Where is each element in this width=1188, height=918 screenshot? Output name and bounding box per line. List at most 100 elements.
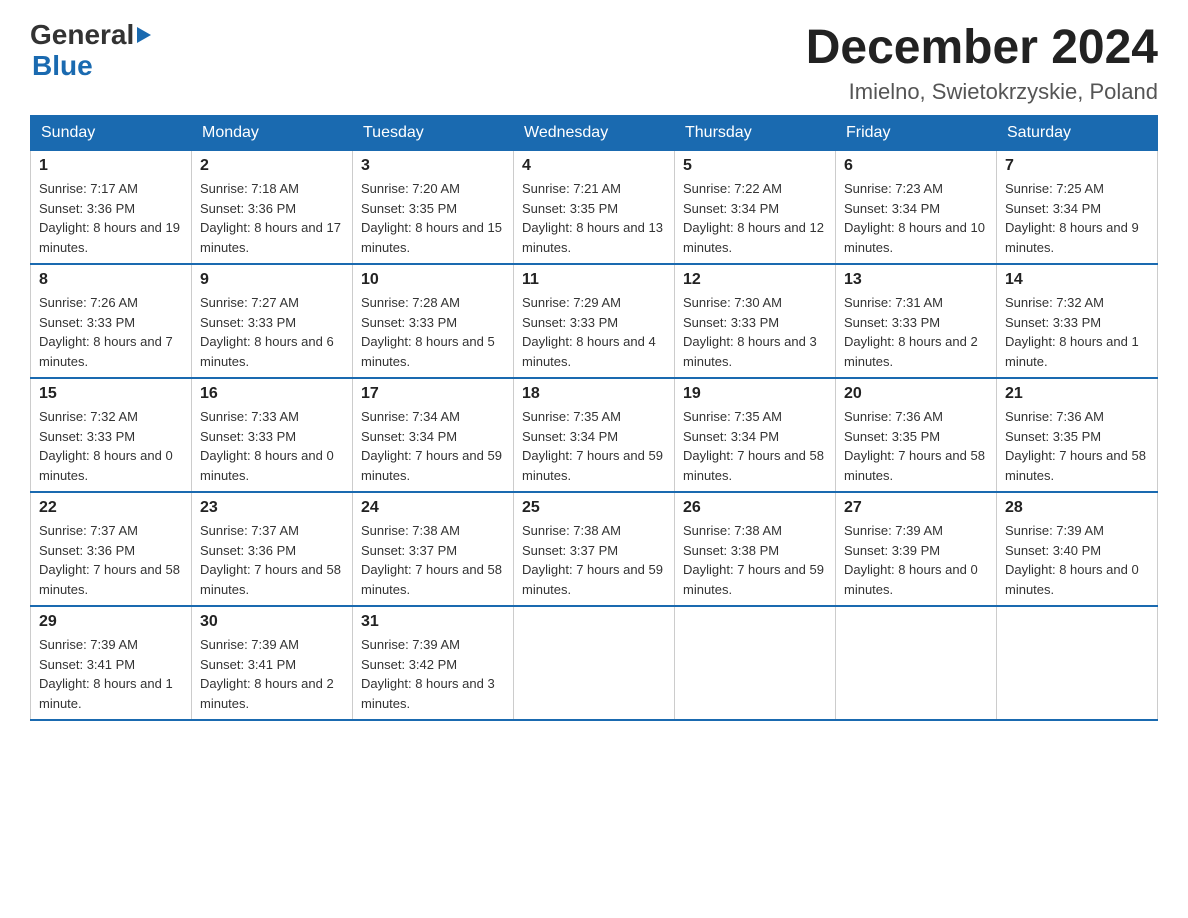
- table-row: 13 Sunrise: 7:31 AMSunset: 3:33 PMDayligh…: [836, 264, 997, 378]
- calendar-subtitle: Imielno, Swietokrzyskie, Poland: [806, 79, 1158, 105]
- day-number: 31: [361, 613, 505, 631]
- col-monday: Monday: [192, 116, 353, 151]
- table-row: 29Sunrise: 7:39 AMSunset: 3:41 PMDayligh…: [31, 606, 192, 720]
- table-row: 1 Sunrise: 7:17 AMSunset: 3:36 PMDaylight…: [31, 151, 192, 265]
- table-row: [675, 606, 836, 720]
- calendar-week-row: 8Sunrise: 7:26 AMSunset: 3:33 PMDaylight…: [31, 264, 1158, 378]
- day-info: Sunrise: 7:17 AMSunset: 3:36 PMDaylight:…: [39, 179, 183, 257]
- table-row: 25Sunrise: 7:38 AMSunset: 3:37 PMDayligh…: [514, 492, 675, 606]
- table-row: 20 Sunrise: 7:36 AMSunset: 3:35 PMDayligh…: [836, 378, 997, 492]
- table-row: 24 Sunrise: 7:38 AMSunset: 3:37 PMDayligh…: [353, 492, 514, 606]
- calendar-week-row: 15 Sunrise: 7:32 AMSunset: 3:33 PMDayligh…: [31, 378, 1158, 492]
- day-number: 30: [200, 613, 344, 631]
- day-info: Sunrise: 7:27 AMSunset: 3:33 PMDaylight:…: [200, 293, 344, 371]
- day-number: 14: [1005, 271, 1149, 289]
- calendar-week-row: 1 Sunrise: 7:17 AMSunset: 3:36 PMDaylight…: [31, 151, 1158, 265]
- col-tuesday: Tuesday: [353, 116, 514, 151]
- day-number: 1: [39, 157, 183, 175]
- table-row: 12Sunrise: 7:30 AMSunset: 3:33 PMDayligh…: [675, 264, 836, 378]
- day-info: Sunrise: 7:36 AMSunset: 3:35 PMDaylight:…: [1005, 407, 1149, 485]
- logo: General Blue: [30, 20, 151, 82]
- table-row: 18Sunrise: 7:35 AMSunset: 3:34 PMDayligh…: [514, 378, 675, 492]
- day-number: 23: [200, 499, 344, 517]
- logo-blue: Blue: [30, 51, 151, 82]
- day-info: Sunrise: 7:30 AMSunset: 3:33 PMDaylight:…: [683, 293, 827, 371]
- table-row: 10Sunrise: 7:28 AMSunset: 3:33 PMDayligh…: [353, 264, 514, 378]
- day-number: 22: [39, 499, 183, 517]
- day-info: Sunrise: 7:39 AMSunset: 3:39 PMDaylight:…: [844, 521, 988, 599]
- day-number: 21: [1005, 385, 1149, 403]
- table-row: 2 Sunrise: 7:18 AMSunset: 3:36 PMDaylight…: [192, 151, 353, 265]
- day-number: 29: [39, 613, 183, 631]
- col-sunday: Sunday: [31, 116, 192, 151]
- day-info: Sunrise: 7:39 AMSunset: 3:42 PMDaylight:…: [361, 635, 505, 713]
- table-row: [836, 606, 997, 720]
- table-row: 26 Sunrise: 7:38 AMSunset: 3:38 PMDayligh…: [675, 492, 836, 606]
- day-number: 13: [844, 271, 988, 289]
- table-row: 3Sunrise: 7:20 AMSunset: 3:35 PMDaylight…: [353, 151, 514, 265]
- day-number: 2: [200, 157, 344, 175]
- table-row: [997, 606, 1158, 720]
- table-row: 7Sunrise: 7:25 AMSunset: 3:34 PMDaylight…: [997, 151, 1158, 265]
- table-row: 8Sunrise: 7:26 AMSunset: 3:33 PMDaylight…: [31, 264, 192, 378]
- day-number: 19: [683, 385, 827, 403]
- day-number: 27: [844, 499, 988, 517]
- day-info: Sunrise: 7:28 AMSunset: 3:33 PMDaylight:…: [361, 293, 505, 371]
- day-number: 26: [683, 499, 827, 517]
- table-row: 4 Sunrise: 7:21 AMSunset: 3:35 PMDaylight…: [514, 151, 675, 265]
- day-number: 4: [522, 157, 666, 175]
- table-row: 16 Sunrise: 7:33 AMSunset: 3:33 PMDayligh…: [192, 378, 353, 492]
- table-row: 19 Sunrise: 7:35 AMSunset: 3:34 PMDayligh…: [675, 378, 836, 492]
- day-info: Sunrise: 7:23 AMSunset: 3:34 PMDaylight:…: [844, 179, 988, 257]
- table-row: 31 Sunrise: 7:39 AMSunset: 3:42 PMDayligh…: [353, 606, 514, 720]
- day-number: 20: [844, 385, 988, 403]
- day-number: 15: [39, 385, 183, 403]
- day-number: 9: [200, 271, 344, 289]
- table-row: 21 Sunrise: 7:36 AMSunset: 3:35 PMDayligh…: [997, 378, 1158, 492]
- col-wednesday: Wednesday: [514, 116, 675, 151]
- day-number: 28: [1005, 499, 1149, 517]
- day-number: 5: [683, 157, 827, 175]
- table-row: 17 Sunrise: 7:34 AMSunset: 3:34 PMDayligh…: [353, 378, 514, 492]
- table-row: 6 Sunrise: 7:23 AMSunset: 3:34 PMDaylight…: [836, 151, 997, 265]
- table-row: 30Sunrise: 7:39 AMSunset: 3:41 PMDayligh…: [192, 606, 353, 720]
- calendar-week-row: 22 Sunrise: 7:37 AMSunset: 3:36 PMDayligh…: [31, 492, 1158, 606]
- calendar-table: Sunday Monday Tuesday Wednesday Thursday…: [30, 115, 1158, 721]
- day-info: Sunrise: 7:34 AMSunset: 3:34 PMDaylight:…: [361, 407, 505, 485]
- day-info: Sunrise: 7:29 AMSunset: 3:33 PMDaylight:…: [522, 293, 666, 371]
- day-info: Sunrise: 7:32 AMSunset: 3:33 PMDaylight:…: [39, 407, 183, 485]
- day-number: 17: [361, 385, 505, 403]
- day-info: Sunrise: 7:32 AMSunset: 3:33 PMDaylight:…: [1005, 293, 1149, 371]
- calendar-title: December 2024: [806, 20, 1158, 75]
- day-number: 25: [522, 499, 666, 517]
- day-info: Sunrise: 7:20 AMSunset: 3:35 PMDaylight:…: [361, 179, 505, 257]
- day-number: 6: [844, 157, 988, 175]
- day-info: Sunrise: 7:21 AMSunset: 3:35 PMDaylight:…: [522, 179, 666, 257]
- day-info: Sunrise: 7:38 AMSunset: 3:38 PMDaylight:…: [683, 521, 827, 599]
- table-row: 9 Sunrise: 7:27 AMSunset: 3:33 PMDaylight…: [192, 264, 353, 378]
- day-info: Sunrise: 7:33 AMSunset: 3:33 PMDaylight:…: [200, 407, 344, 485]
- col-thursday: Thursday: [675, 116, 836, 151]
- day-info: Sunrise: 7:18 AMSunset: 3:36 PMDaylight:…: [200, 179, 344, 257]
- day-number: 24: [361, 499, 505, 517]
- day-info: Sunrise: 7:31 AMSunset: 3:33 PMDaylight:…: [844, 293, 988, 371]
- table-row: 28Sunrise: 7:39 AMSunset: 3:40 PMDayligh…: [997, 492, 1158, 606]
- day-info: Sunrise: 7:36 AMSunset: 3:35 PMDaylight:…: [844, 407, 988, 485]
- day-number: 16: [200, 385, 344, 403]
- day-info: Sunrise: 7:38 AMSunset: 3:37 PMDaylight:…: [361, 521, 505, 599]
- day-number: 11: [522, 271, 666, 289]
- day-info: Sunrise: 7:35 AMSunset: 3:34 PMDaylight:…: [683, 407, 827, 485]
- table-row: 5Sunrise: 7:22 AMSunset: 3:34 PMDaylight…: [675, 151, 836, 265]
- logo-general: General: [30, 20, 134, 51]
- page-header: General Blue December 2024 Imielno, Swie…: [30, 20, 1158, 105]
- col-saturday: Saturday: [997, 116, 1158, 151]
- calendar-week-row: 29Sunrise: 7:39 AMSunset: 3:41 PMDayligh…: [31, 606, 1158, 720]
- day-number: 7: [1005, 157, 1149, 175]
- day-info: Sunrise: 7:35 AMSunset: 3:34 PMDaylight:…: [522, 407, 666, 485]
- table-row: 22Sunrise: 7:37 AMSunset: 3:36 PMDayligh…: [31, 492, 192, 606]
- table-row: 27 Sunrise: 7:39 AMSunset: 3:39 PMDayligh…: [836, 492, 997, 606]
- day-info: Sunrise: 7:37 AMSunset: 3:36 PMDaylight:…: [200, 521, 344, 599]
- table-row: 11 Sunrise: 7:29 AMSunset: 3:33 PMDayligh…: [514, 264, 675, 378]
- table-row: [514, 606, 675, 720]
- table-row: 15 Sunrise: 7:32 AMSunset: 3:33 PMDayligh…: [31, 378, 192, 492]
